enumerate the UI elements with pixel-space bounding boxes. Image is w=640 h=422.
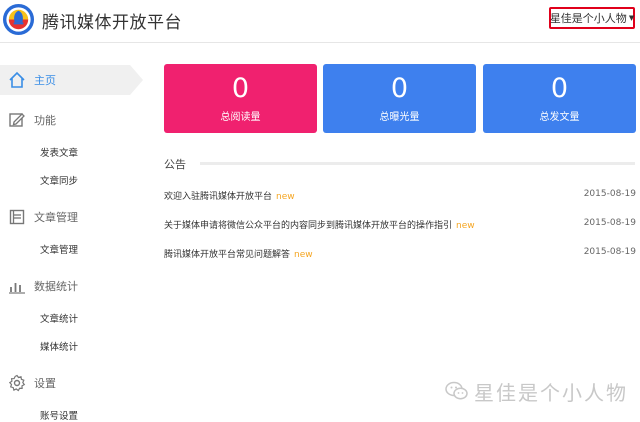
sidebar-item-features[interactable]: 功能 [0, 105, 143, 135]
notice-item[interactable]: 腾讯媒体开放平台常见问题解答 new 2015-08-19 [164, 247, 636, 261]
new-badge: new [276, 192, 295, 202]
sidebar-item-statistics[interactable]: 数据统计 [0, 271, 143, 301]
notice-link[interactable]: 欢迎入驻腾讯媒体开放平台 [164, 192, 272, 202]
sidebar-item-label: 数据统计 [34, 280, 78, 293]
stat-label: 总曝光量 [379, 112, 420, 123]
sidebar-subitem-publish-article[interactable]: 发表文章 [40, 145, 78, 159]
notice-date: 2015-08-19 [583, 218, 636, 228]
stat-label: 总发文量 [539, 112, 580, 123]
home-icon [8, 71, 26, 89]
sidebar-item-home[interactable]: 主页 [0, 65, 143, 95]
chevron-down-icon: ▼ [628, 14, 635, 22]
sidebar-item-settings[interactable]: 设置 [0, 368, 143, 398]
stat-card-total-exposure[interactable]: 0 总曝光量 [323, 64, 476, 133]
document-icon [8, 208, 26, 226]
notice-link[interactable]: 关于媒体申请将微信公众平台的内容同步到腾讯媒体开放平台的操作指引 [164, 221, 452, 231]
gear-icon [8, 374, 26, 392]
sidebar-subitem-account-settings[interactable]: 账号设置 [40, 408, 78, 422]
top-header: 腾讯媒体开放平台 星佳是个小人物 ▼ [0, 0, 640, 43]
sidebar-item-label: 文章管理 [34, 211, 78, 224]
tencent-media-logo[interactable] [2, 3, 35, 36]
stat-value: 0 [550, 73, 569, 104]
app-title: 腾讯媒体开放平台 [42, 13, 182, 33]
notice-link[interactable]: 腾讯媒体开放平台常见问题解答 [164, 250, 290, 260]
sidebar-subitem-article-sync[interactable]: 文章同步 [40, 173, 78, 187]
sidebar-item-article-management[interactable]: 文章管理 [0, 202, 143, 232]
sidebar-nav: 主页 功能 发表文章 文章同步 文章管理 文章管理 数据统计 文章统计 媒体统计… [0, 43, 143, 422]
edit-icon [8, 111, 26, 129]
watermark: 星佳是个小人物 [444, 373, 640, 409]
notice-item[interactable]: 关于媒体申请将微信公众平台的内容同步到腾讯媒体开放平台的操作指引 new 2015… [164, 218, 636, 232]
stat-card-total-reads[interactable]: 0 总阅读量 [164, 64, 317, 133]
sidebar-subitem-article-stats[interactable]: 文章统计 [40, 311, 78, 325]
notice-item[interactable]: 欢迎入驻腾讯媒体开放平台 new 2015-08-19 [164, 189, 636, 203]
notice-date: 2015-08-19 [583, 189, 636, 199]
notice-section-title: 公告 [164, 158, 186, 171]
watermark-text: 星佳是个小人物 [474, 380, 628, 405]
stat-value: 0 [390, 73, 409, 104]
sidebar-subitem-article-management[interactable]: 文章管理 [40, 242, 78, 256]
sidebar-item-label: 设置 [34, 377, 56, 390]
sidebar-subitem-media-stats[interactable]: 媒体统计 [40, 339, 78, 353]
wechat-icon [445, 381, 468, 400]
sidebar-item-label: 主页 [34, 74, 56, 87]
notice-divider [200, 162, 635, 165]
stat-label: 总阅读量 [220, 112, 261, 123]
notice-date: 2015-08-19 [583, 247, 636, 257]
bar-chart-icon [8, 277, 26, 295]
new-badge: new [456, 221, 475, 231]
new-badge: new [294, 250, 313, 260]
stat-value: 0 [231, 73, 250, 104]
sidebar-item-label: 功能 [34, 114, 56, 127]
user-menu-dropdown[interactable]: 星佳是个小人物 ▼ [549, 7, 635, 29]
stat-card-total-posts[interactable]: 0 总发文量 [483, 64, 636, 133]
user-name: 星佳是个小人物 [549, 12, 627, 25]
